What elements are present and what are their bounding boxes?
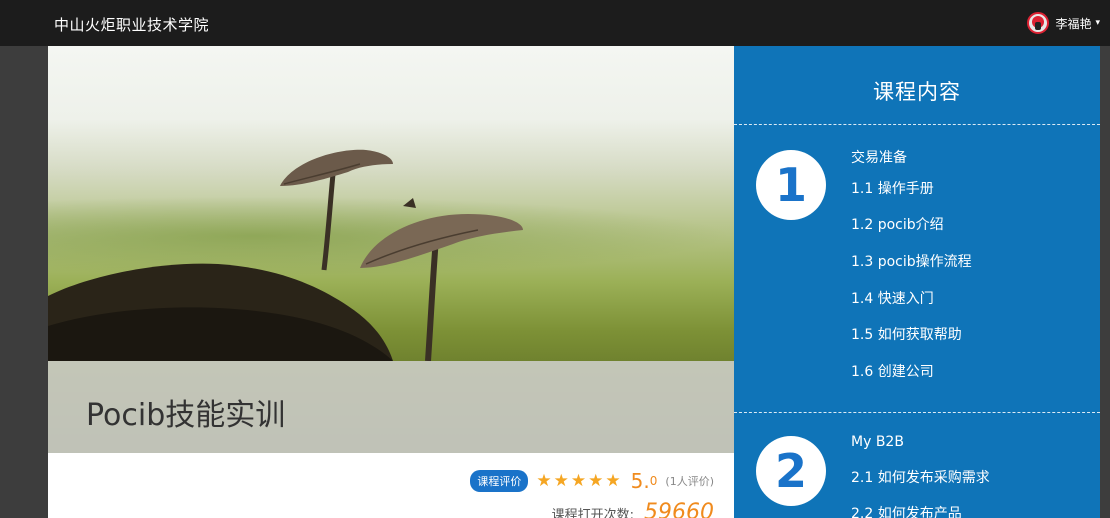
- star-icon[interactable]: ★: [536, 472, 551, 490]
- lesson-link[interactable]: 1.3 pocib操作流程: [851, 251, 972, 271]
- star-icon[interactable]: ★: [554, 472, 569, 490]
- lesson-link[interactable]: 1.6 创建公司: [851, 361, 934, 381]
- lesson-link[interactable]: 1.5 如何获取帮助: [851, 324, 962, 344]
- open-count-value: 59660: [644, 500, 714, 518]
- rating-row: 课程评价 ★ ★ ★ ★ ★ 5. 0 (1人评价): [470, 469, 714, 493]
- lesson-link[interactable]: 1.4 快速入门: [851, 288, 934, 308]
- star-icon[interactable]: ★: [605, 472, 620, 490]
- rating-stars[interactable]: ★ ★ ★ ★ ★: [536, 472, 620, 490]
- avatar[interactable]: [1027, 12, 1050, 34]
- chapter-number-badge: 1: [756, 150, 826, 220]
- chapter-title[interactable]: My B2B: [851, 434, 904, 450]
- chevron-down-icon[interactable]: ▾: [1095, 18, 1100, 28]
- open-count-label: 课程打开次数:: [551, 508, 634, 518]
- left-gutter: [0, 46, 48, 518]
- star-icon[interactable]: ★: [571, 472, 586, 490]
- chapter-number-badge: 2: [756, 436, 826, 506]
- lesson-link[interactable]: 2.1 如何发布采购需求: [851, 467, 990, 487]
- top-bar: 中山火炬职业技术学院 李福艳 ▾: [0, 0, 1110, 46]
- divider: [734, 124, 1100, 125]
- course-cover-image: Pocib技能实训: [48, 46, 734, 453]
- rating-score-decimal: 0: [649, 474, 658, 488]
- rating-badge[interactable]: 课程评价: [470, 470, 529, 492]
- star-icon[interactable]: ★: [588, 472, 603, 490]
- school-name[interactable]: 中山火炬职业技术学院: [54, 14, 209, 35]
- divider: [734, 412, 1100, 413]
- user-menu[interactable]: 李福艳 ▾: [1027, 12, 1100, 34]
- user-name[interactable]: 李福艳: [1055, 15, 1091, 32]
- rating-count: (1人评价): [665, 475, 714, 488]
- open-count-row: 课程打开次数: 59660: [552, 500, 714, 518]
- course-info: 课程评价 ★ ★ ★ ★ ★ 5. 0 (1人评价) 课程打开次数: 59660: [48, 453, 734, 518]
- course-content-panel: 课程内容 1 交易准备 1.1 操作手册 1.2 pocib介绍 1.3 poc…: [734, 46, 1100, 518]
- course-title: Pocib技能实训: [86, 398, 286, 433]
- panel-title: 课程内容: [873, 80, 961, 104]
- right-gutter: [1100, 46, 1110, 518]
- lesson-link[interactable]: 2.2 如何发布产品: [851, 503, 962, 518]
- lesson-link[interactable]: 1.2 pocib介绍: [851, 214, 944, 234]
- rating-score: 5.: [630, 469, 650, 493]
- lesson-link[interactable]: 1.1 操作手册: [851, 178, 934, 198]
- chapter-title[interactable]: 交易准备: [851, 147, 907, 167]
